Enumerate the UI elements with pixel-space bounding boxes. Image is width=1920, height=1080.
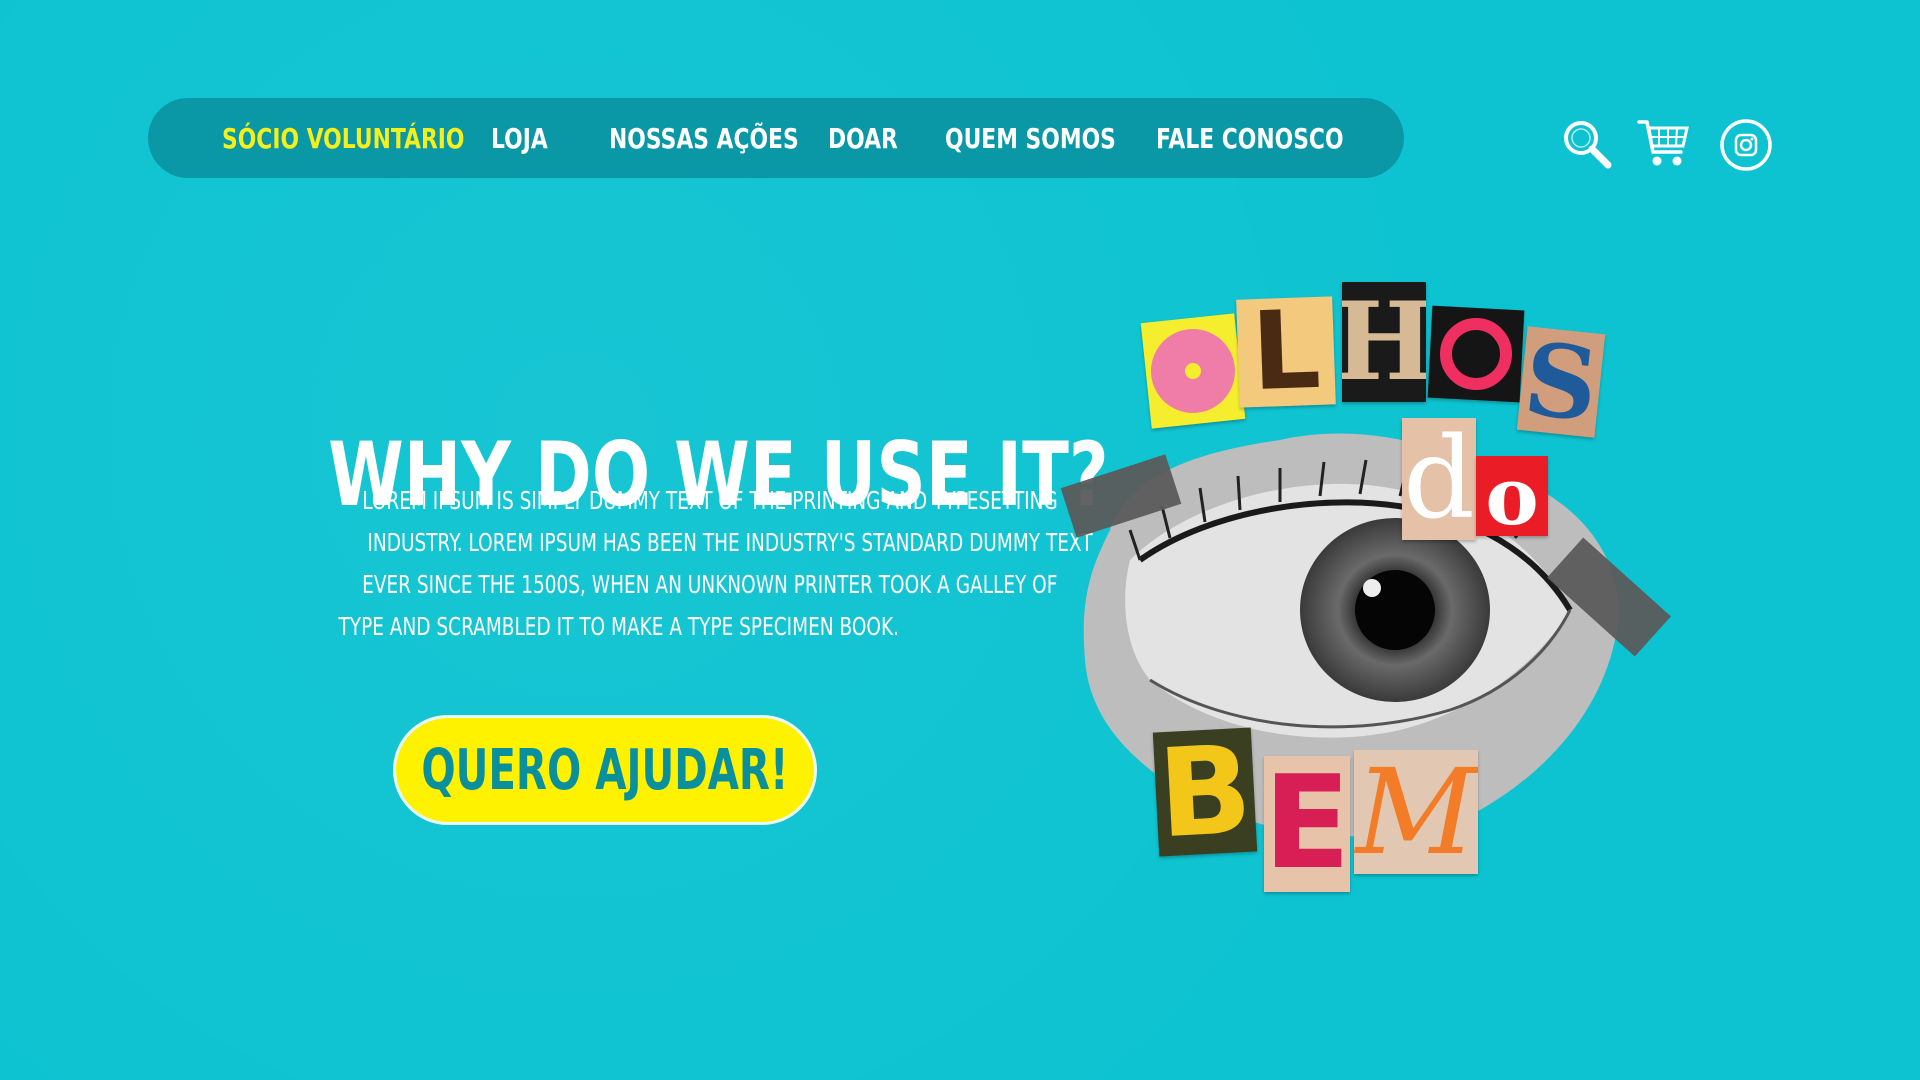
nav-item-socio-voluntario[interactable]: SÓCIO VOLUNTÁRIO [222, 122, 464, 155]
letter-o-tile [1140, 313, 1246, 429]
search-icon[interactable] [1560, 118, 1614, 172]
hero-description: Lorem Ipsum is simply dummy text of the … [240, 480, 1092, 648]
hero-description-line: Lorem Ipsum is simply dummy text of the … [362, 486, 1058, 515]
main-nav: SÓCIO VOLUNTÁRIO LOJA NOSSAS AÇÕES DOAR … [148, 98, 1404, 178]
letter-h-tile: H [1342, 282, 1426, 402]
page: SÓCIO VOLUNTÁRIO LOJA NOSSAS AÇÕES DOAR … [0, 0, 1920, 1080]
nav-item-doar[interactable]: DOAR [828, 122, 898, 155]
instagram-icon[interactable] [1719, 118, 1773, 172]
letter-b-tile: B [1152, 727, 1258, 857]
cta-label: QUERO AJUDAR! [421, 737, 789, 803]
nav-item-nossas-acoes[interactable]: NOSSAS AÇÕES [609, 122, 799, 155]
olhos-do-bem-logo: L H S d o B E M [1050, 270, 1671, 910]
letter-o-tile [1427, 305, 1525, 403]
nav-item-fale-conosco[interactable]: FALE CONOSCO [1156, 122, 1344, 155]
nav-item-quem-somos[interactable]: QUEM SOMOS [945, 122, 1116, 155]
letter-e-tile: E [1264, 756, 1350, 892]
quero-ajudar-button[interactable]: QUERO AJUDAR! [396, 718, 814, 822]
cart-icon[interactable] [1637, 116, 1691, 170]
letter-s-tile: S [1516, 326, 1606, 438]
letter-d-tile: d [1402, 418, 1476, 540]
hero-description-line: ever since the 1500s, when an unknown pr… [362, 570, 1058, 599]
letter-o-tile: o [1476, 456, 1548, 536]
letter-l-tile: L [1236, 296, 1336, 408]
hero-description-line: type and scrambled it to make a type spe… [338, 612, 900, 641]
letter-m-tile: M [1354, 750, 1478, 874]
nav-item-loja[interactable]: LOJA [491, 122, 548, 155]
hero-description-line: industry. Lorem Ipsum has been the indus… [367, 528, 1093, 557]
